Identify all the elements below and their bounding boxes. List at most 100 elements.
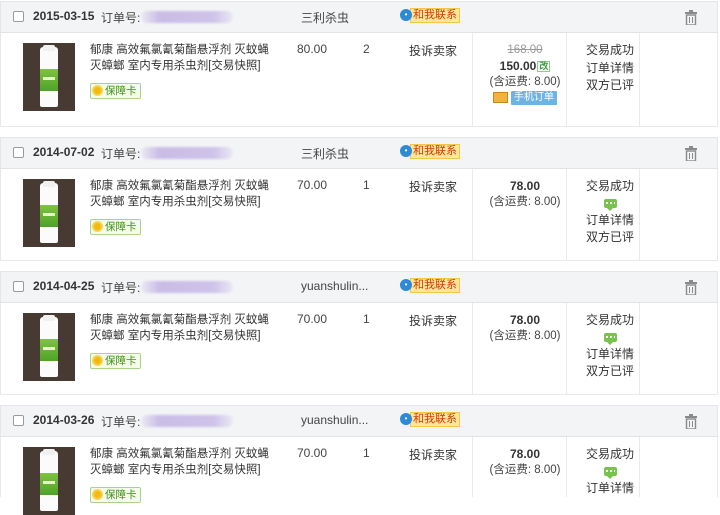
product-thumbnail[interactable] [23, 179, 75, 247]
contact-seller-button[interactable]: • 和我联系 [400, 278, 460, 294]
trade-status: 交易成功 [585, 313, 634, 327]
shipping-fee: (含运费: 8.00) [489, 464, 561, 476]
card-icon [493, 91, 509, 103]
product-title-link[interactable]: 郁康 高效氟氯氰菊酯悬浮剂 灭蚊蝇灭蟑螂 室内专用杀虫剂[交易快照] [90, 446, 275, 478]
seller-name[interactable]: 三利杀虫 [301, 145, 349, 162]
badge-label: 保障卡 [105, 221, 137, 233]
quantity: 1 [363, 312, 370, 326]
product-title-link[interactable]: 郁康 高效氟氯氰菊酯悬浮剂 灭蚊蝇灭蟑螂 室内专用杀虫剂[交易快照] [90, 312, 275, 344]
shipping-fee: (含运费: 8.00) [489, 76, 561, 88]
order-checkbox[interactable] [13, 415, 24, 426]
contact-seller-button[interactable]: • 和我联系 [400, 412, 460, 428]
unit-price: 70.00 [297, 312, 328, 326]
paid-total: 78.00 [509, 447, 541, 461]
complain-seller-link[interactable]: 投诉卖家 [409, 312, 457, 329]
review-status: 双方已评 [585, 364, 634, 378]
chat-icon[interactable] [603, 198, 617, 211]
order-total: 78.00 (含运费: 8.00) [475, 446, 575, 478]
flower-icon [92, 488, 103, 500]
order-status: 交易成功 订单详情 双方已评 [580, 178, 640, 247]
order-checkbox[interactable] [13, 147, 24, 158]
review-status: 双方已评 [585, 78, 634, 92]
order-number-redacted [141, 415, 233, 427]
contact-label: 和我联系 [410, 412, 460, 428]
trade-status: 交易成功 [585, 43, 634, 57]
order-body: 郁康 高效氟氯氰菊酯悬浮剂 灭蚊蝇灭蟑螂 室内专用杀虫剂[交易快照] 保障卡 8… [0, 33, 718, 127]
chat-icon[interactable] [603, 466, 617, 479]
guarantee-card-badge[interactable]: 保障卡 [90, 83, 141, 99]
contact-seller-button[interactable]: • 和我联系 [400, 8, 460, 24]
order-details-link[interactable]: 订单详情 [580, 480, 640, 498]
product-thumbnail[interactable] [23, 447, 75, 515]
product-thumbnail[interactable] [23, 43, 75, 111]
order-status: 交易成功 订单详情 双方已评 [580, 42, 640, 95]
order-details-link[interactable]: 订单详情 [580, 346, 640, 364]
order-checkbox[interactable] [13, 11, 24, 22]
unit-price: 70.00 [297, 446, 328, 460]
guarantee-card-badge[interactable]: 保障卡 [90, 219, 141, 235]
order-number-label: 订单号: [101, 147, 141, 161]
product-title-link[interactable]: 郁康 高效氟氯氰菊酯悬浮剂 灭蚊蝇灭蟑螂 室内专用杀虫剂[交易快照] [90, 178, 275, 210]
flower-icon [92, 220, 103, 232]
order-total: 168.00 150.00 改 (含运费: 8.00) 手机订单 [475, 42, 575, 105]
product-thumbnail[interactable] [23, 313, 75, 381]
order-header: 2015-03-15 订单号: 三利杀虫 • 和我联系 [0, 1, 718, 33]
order-total: 78.00 (含运费: 8.00) [475, 178, 575, 210]
order-total: 78.00 (含运费: 8.00) [475, 312, 575, 344]
chat-bubble-icon: • [400, 8, 412, 21]
unit-price: 80.00 [297, 42, 328, 56]
seller-name[interactable]: yuanshulin... [301, 279, 368, 293]
shipping-fee: (含运费: 8.00) [489, 196, 561, 208]
trade-status: 交易成功 [585, 447, 634, 461]
order-date: 2014-03-26 [33, 413, 95, 427]
original-total: 168.00 [507, 44, 543, 56]
price-modified-mark: 改 [537, 61, 551, 72]
order-date: 2015-03-15 [33, 9, 95, 23]
contact-label: 和我联系 [410, 278, 460, 294]
complain-seller-link[interactable]: 投诉卖家 [409, 178, 457, 195]
order-details-link[interactable]: 订单详情 [580, 60, 640, 78]
paid-total: 78.00 [509, 179, 541, 193]
paid-total: 150.00 改 [499, 59, 551, 73]
review-status: 双方已评 [585, 230, 634, 244]
trash-icon[interactable] [684, 280, 698, 295]
contact-label: 和我联系 [410, 144, 460, 160]
order-card: 2014-04-25 订单号: yuanshulin... • 和我联系 郁康 高… [0, 271, 720, 397]
quantity: 1 [363, 178, 370, 192]
order-body: 郁康 高效氟氯氰菊酯悬浮剂 灭蚊蝇灭蟑螂 室内专用杀虫剂[交易快照] 保障卡 7… [0, 169, 718, 261]
order-checkbox[interactable] [13, 281, 24, 292]
flower-icon [92, 84, 103, 96]
order-header: 2014-03-26 订单号: yuanshulin... • 和我联系 [0, 405, 718, 437]
chat-bubble-icon: • [400, 412, 412, 425]
mobile-order-tag: 手机订单 [475, 91, 575, 105]
chat-bubble-icon: • [400, 144, 412, 157]
contact-seller-button[interactable]: • 和我联系 [400, 144, 460, 160]
order-card: 2015-03-15 订单号: 三利杀虫 • 和我联系 郁康 高效氟氯氰菊酯悬浮剂… [0, 1, 720, 127]
chat-bubble-icon: • [400, 278, 412, 291]
paid-total: 78.00 [509, 313, 541, 327]
guarantee-card-badge[interactable]: 保障卡 [90, 487, 141, 503]
order-date: 2014-04-25 [33, 279, 95, 293]
seller-name[interactable]: 三利杀虫 [301, 9, 349, 26]
product-title-link[interactable]: 郁康 高效氟氯氰菊酯悬浮剂 灭蚊蝇灭蟑螂 室内专用杀虫剂[交易快照] [90, 42, 275, 74]
shipping-fee: (含运费: 8.00) [489, 330, 561, 342]
guarantee-card-badge[interactable]: 保障卡 [90, 353, 141, 369]
trash-icon[interactable] [684, 414, 698, 429]
badge-label: 保障卡 [105, 355, 137, 367]
chat-icon[interactable] [603, 332, 617, 345]
flower-icon [92, 354, 103, 366]
trade-status: 交易成功 [585, 179, 634, 193]
order-header: 2014-04-25 订单号: yuanshulin... • 和我联系 [0, 271, 718, 303]
trash-icon[interactable] [684, 146, 698, 161]
complain-seller-link[interactable]: 投诉卖家 [409, 446, 457, 463]
order-number-redacted [141, 281, 233, 293]
seller-name[interactable]: yuanshulin... [301, 413, 368, 427]
order-number-label: 订单号: [101, 11, 141, 25]
order-number-redacted [141, 147, 233, 159]
order-status: 交易成功 订单详情 [580, 446, 640, 497]
order-details-link[interactable]: 订单详情 [580, 212, 640, 230]
order-status: 交易成功 订单详情 双方已评 [580, 312, 640, 381]
order-number-label: 订单号: [101, 281, 141, 295]
complain-seller-link[interactable]: 投诉卖家 [409, 42, 457, 59]
trash-icon[interactable] [684, 10, 698, 25]
